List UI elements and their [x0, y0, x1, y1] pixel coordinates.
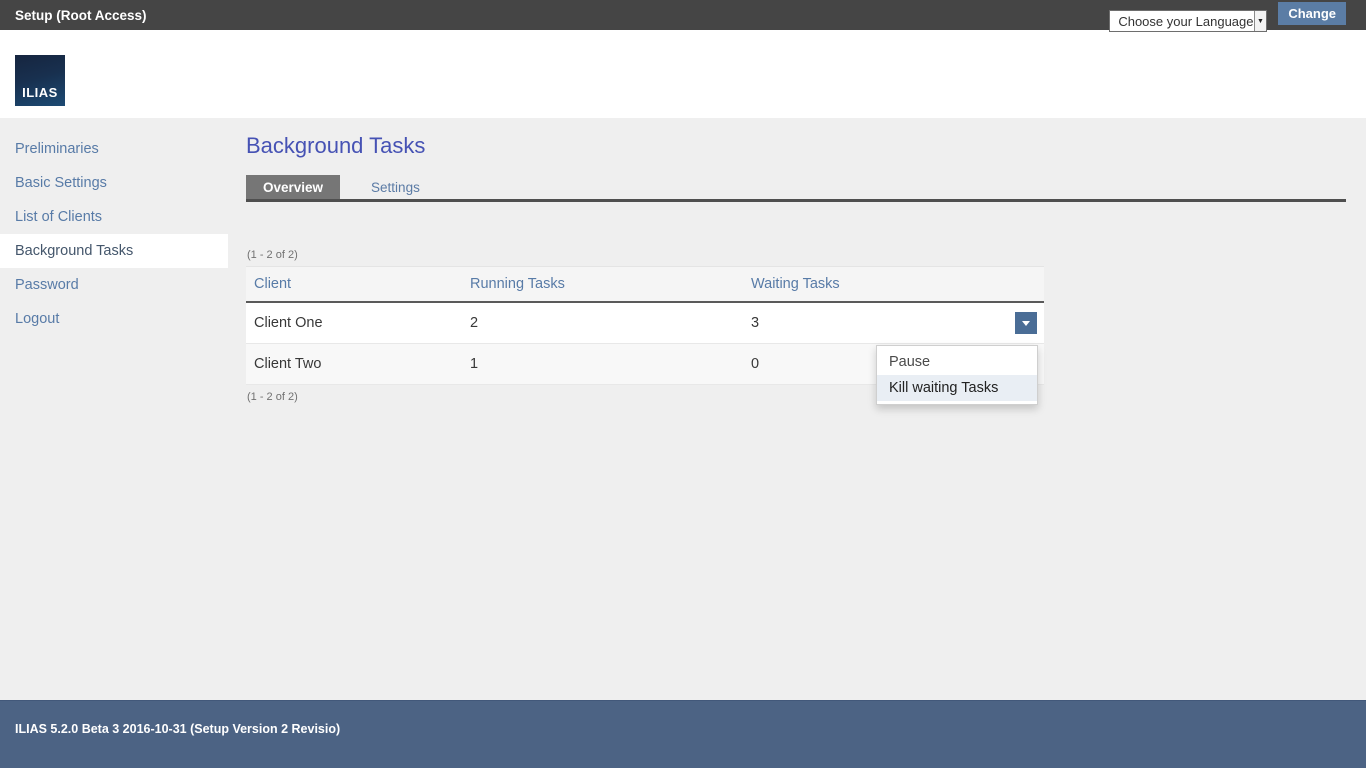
- change-language-button[interactable]: Change: [1278, 2, 1346, 25]
- main-content: Background Tasks Overview Settings (1 - …: [228, 118, 1366, 700]
- table-header-row: Client Running Tasks Waiting Tasks: [246, 266, 1044, 303]
- footer-version-text: ILIAS 5.2.0 Beta 3 2016-10-31 (Setup Ver…: [15, 722, 340, 736]
- chevron-down-icon: ▼: [1254, 11, 1267, 31]
- ilias-logo-text: ILIAS: [22, 85, 58, 100]
- body-area: Preliminaries Basic Settings List of Cli…: [0, 118, 1366, 700]
- sidebar-item-logout[interactable]: Logout: [0, 302, 228, 336]
- sidebar-item-list-of-clients[interactable]: List of Clients: [0, 200, 228, 234]
- table-row-client-one: Client One 2 3: [246, 303, 1044, 344]
- row-actions-dropdown-button[interactable]: [1015, 312, 1037, 334]
- pagination-top: (1 - 2 of 2): [246, 249, 1044, 266]
- tab-overview[interactable]: Overview: [246, 175, 340, 199]
- setup-screen: Setup (Root Access) Choose your Language…: [0, 0, 1366, 768]
- column-header-actions: [943, 267, 1044, 301]
- language-select-value: Choose your Language: [1110, 14, 1253, 29]
- background-tasks-table-wrap: (1 - 2 of 2) Client Running Tasks Waitin…: [246, 249, 1044, 403]
- sidebar-item-password[interactable]: Password: [0, 268, 228, 302]
- page-title: Background Tasks: [246, 133, 1346, 158]
- topbar-controls: Choose your Language ▼ Change: [1109, 0, 1346, 30]
- logo-bar: ILIAS: [0, 30, 1366, 118]
- sidebar-item-basic-settings[interactable]: Basic Settings: [0, 166, 228, 200]
- sidebar: Preliminaries Basic Settings List of Cli…: [0, 118, 228, 700]
- cell-waiting-tasks: 3: [743, 303, 943, 343]
- column-header-running-tasks[interactable]: Running Tasks: [462, 267, 743, 301]
- cell-actions: [943, 303, 1044, 343]
- cell-running-tasks: 1: [462, 344, 743, 384]
- sidebar-item-preliminaries[interactable]: Preliminaries: [0, 132, 228, 166]
- clients-table: Client Running Tasks Waiting Tasks Clien…: [246, 266, 1044, 385]
- cell-client-name: Client Two: [246, 344, 462, 384]
- tab-settings[interactable]: Settings: [354, 175, 437, 199]
- tab-bar: Overview Settings: [246, 175, 1346, 202]
- column-header-client[interactable]: Client: [246, 267, 462, 301]
- cell-client-name: Client One: [246, 303, 462, 343]
- cell-running-tasks: 2: [462, 303, 743, 343]
- window-title: Setup (Root Access): [15, 8, 147, 23]
- menu-item-kill-waiting-tasks[interactable]: Kill waiting Tasks: [877, 375, 1037, 401]
- topbar: Setup (Root Access) Choose your Language…: [0, 0, 1366, 30]
- ilias-logo[interactable]: ILIAS: [15, 55, 65, 106]
- sidebar-item-background-tasks[interactable]: Background Tasks: [0, 234, 228, 268]
- language-select[interactable]: Choose your Language ▼: [1109, 10, 1267, 32]
- menu-item-pause[interactable]: Pause: [877, 349, 1037, 375]
- column-header-waiting-tasks[interactable]: Waiting Tasks: [743, 267, 943, 301]
- caret-down-icon: [1022, 321, 1030, 330]
- row-actions-menu: Pause Kill waiting Tasks: [876, 345, 1038, 405]
- footer: ILIAS 5.2.0 Beta 3 2016-10-31 (Setup Ver…: [0, 700, 1366, 768]
